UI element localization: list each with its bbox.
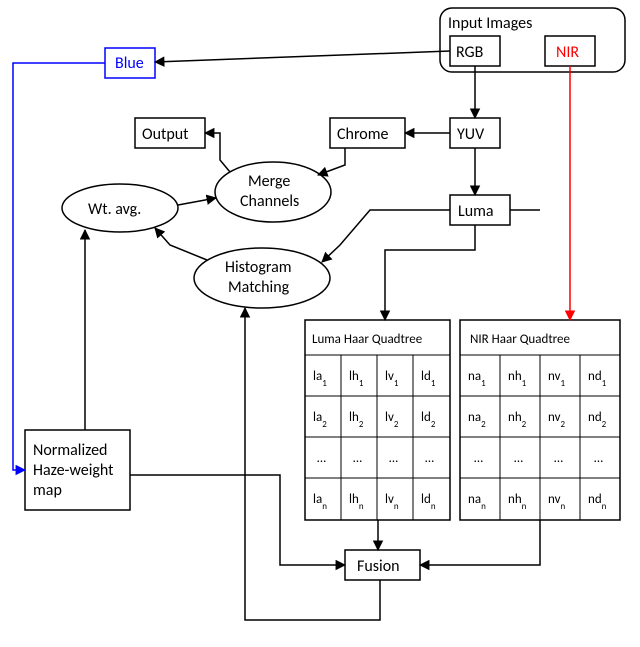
cell: nv1 xyxy=(548,369,566,389)
luma-haar-quadtree-table: Luma Haar Quadtree la1 lh1 lv1 ld1 la2 l… xyxy=(305,320,450,520)
nir-label: NIR xyxy=(556,43,579,62)
cell: lh2 xyxy=(349,410,364,430)
wt-avg-node: Wt. avg. xyxy=(62,184,178,232)
edge-blue-normalized xyxy=(13,63,105,470)
edge-merge-output xyxy=(205,133,230,172)
cell: nvn xyxy=(548,492,566,512)
cell: nh1 xyxy=(508,369,527,389)
nir-haar-quadtree-table: NIR Haar Quadtree na1 nh1 nv1 nd1 na2 nh… xyxy=(460,320,620,520)
cell: … xyxy=(594,451,603,466)
nhwm-l3: map xyxy=(33,481,62,500)
cell: lan xyxy=(313,492,327,512)
merge-channels-l1: Merge xyxy=(248,172,290,191)
histogram-matching-node: Histogram Matching xyxy=(194,248,330,308)
cell: … xyxy=(389,451,398,466)
output-label: Output xyxy=(142,125,189,144)
hist-l2: Matching xyxy=(228,278,290,297)
nhwm-l2: Haze-weight xyxy=(33,461,114,480)
cell: ndn xyxy=(588,492,607,512)
cell: lhn xyxy=(349,492,364,512)
cell: ld2 xyxy=(421,410,436,430)
cell: … xyxy=(317,451,326,466)
chrome-node: Chrome xyxy=(330,118,405,148)
cell: na1 xyxy=(468,369,486,389)
cell: la2 xyxy=(313,410,327,430)
blue-label: Blue xyxy=(115,54,144,73)
cell: ldn xyxy=(421,492,436,512)
luma-node: Luma xyxy=(450,195,510,225)
merge-channels-l2: Channels xyxy=(240,192,299,211)
cell: lv1 xyxy=(385,369,399,389)
cell: nv2 xyxy=(548,410,566,430)
edge-luma-hist xyxy=(322,210,450,262)
fusion-node: Fusion xyxy=(345,550,420,580)
chrome-label: Chrome xyxy=(337,125,388,144)
rgb-label: RGB xyxy=(456,43,484,62)
edge-hist-wtavg xyxy=(155,228,207,260)
yuv-node: YUV xyxy=(450,118,500,148)
merge-channels-node: Merge Channels xyxy=(215,162,331,222)
edge-nirtable-fusion xyxy=(420,520,540,565)
cell: ld1 xyxy=(421,369,436,389)
nhwm-l1: Normalized xyxy=(33,441,107,460)
luma-label: Luma xyxy=(458,202,494,221)
yuv-label: YUV xyxy=(457,125,485,144)
hist-l1: Histogram xyxy=(225,258,292,277)
cell: lvn xyxy=(385,492,399,512)
nir-table-title: NIR Haar Quadtree xyxy=(470,332,570,347)
edge-chrome-merge xyxy=(318,148,345,175)
cell: nd2 xyxy=(588,410,607,430)
output-node: Output xyxy=(135,118,205,148)
fusion-label: Fusion xyxy=(357,557,400,576)
cell: … xyxy=(514,451,523,466)
cell: na2 xyxy=(468,410,486,430)
luma-table-title: Luma Haar Quadtree xyxy=(312,332,422,347)
wt-avg-label: Wt. avg. xyxy=(88,200,141,219)
edge-wtavg-merge xyxy=(178,198,216,205)
edge-luma-lumatable xyxy=(385,225,475,320)
cell: nd1 xyxy=(588,369,607,389)
blue-node: Blue xyxy=(105,48,155,78)
cell: … xyxy=(425,451,434,466)
cell: nhn xyxy=(508,492,527,512)
cell: … xyxy=(474,451,483,466)
normalized-haze-weight-map-node: Normalized Haze-weight map xyxy=(25,430,130,510)
cell: … xyxy=(554,451,563,466)
cell: lh1 xyxy=(349,369,364,389)
cell: nan xyxy=(468,492,486,512)
input-images-label: Input Images xyxy=(448,14,532,33)
cell: nh2 xyxy=(508,410,527,430)
cell: … xyxy=(353,451,362,466)
input-images-group: Input Images RGB NIR xyxy=(440,8,625,72)
cell: lv2 xyxy=(385,410,399,430)
cell: la1 xyxy=(313,369,327,389)
edge-rgb-blue xyxy=(155,51,450,62)
